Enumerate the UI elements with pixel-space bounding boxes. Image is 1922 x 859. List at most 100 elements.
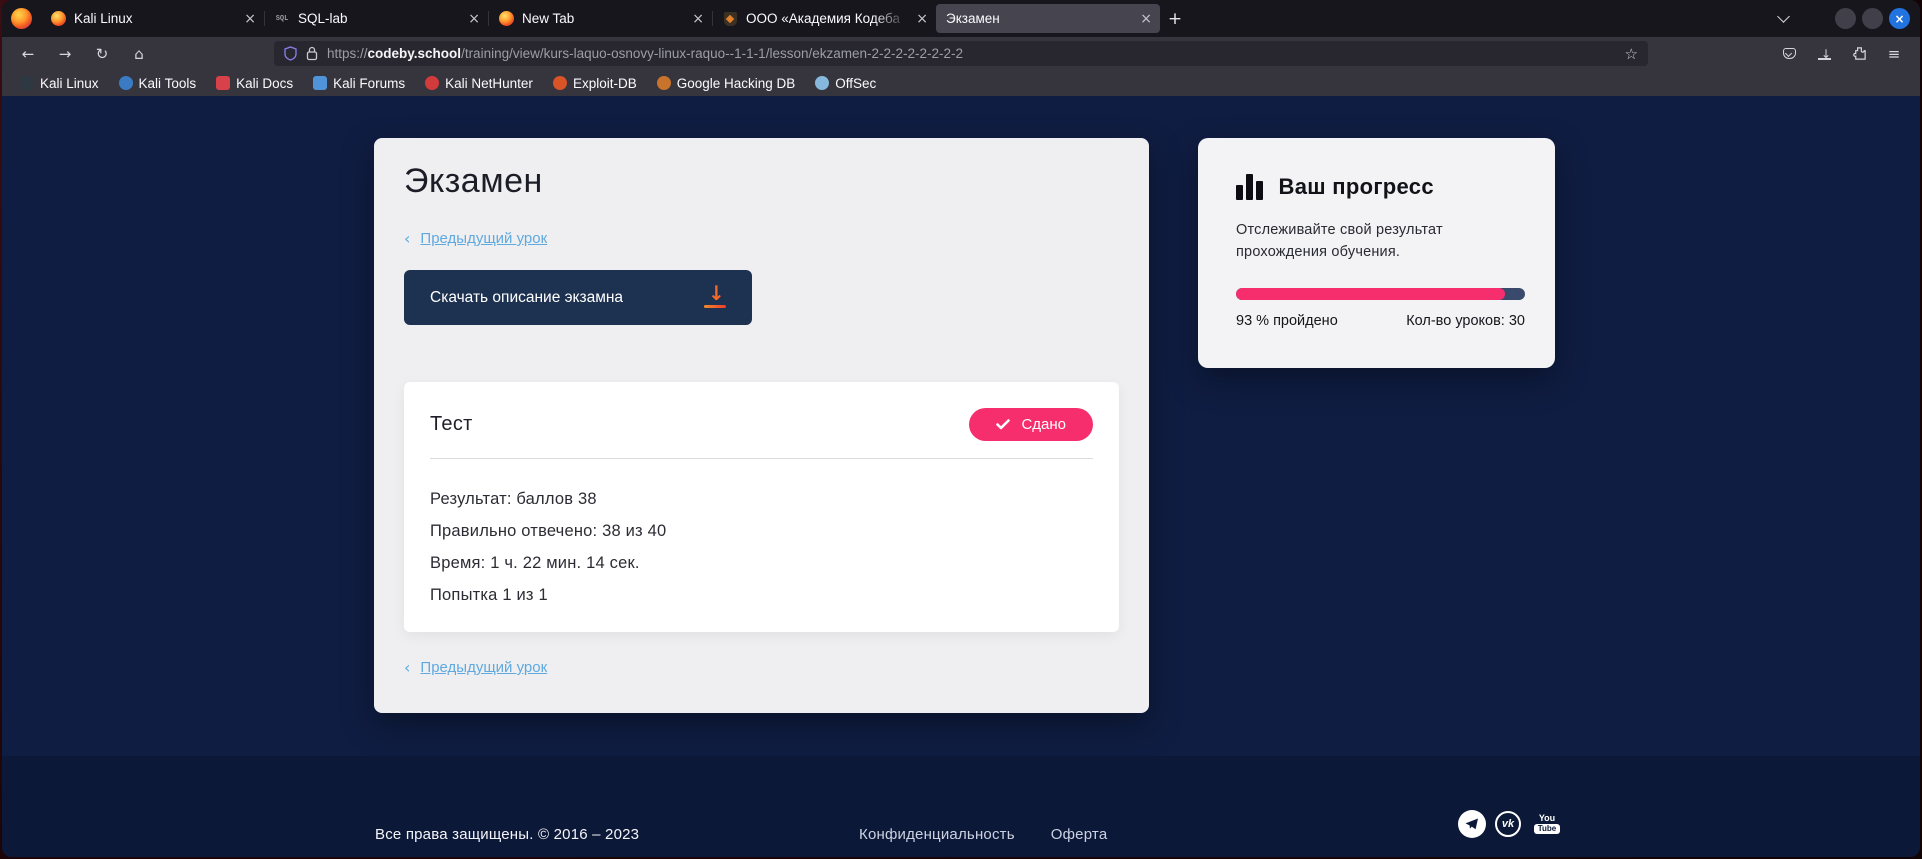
- bookmark-label: Kali NetHunter: [445, 76, 533, 91]
- menu-hamburger-icon[interactable]: ≡: [1880, 41, 1908, 67]
- back-button[interactable]: ←: [14, 41, 42, 67]
- passed-badge-label: Сдано: [1021, 416, 1066, 433]
- bookmark-kali-tools[interactable]: Kali Tools: [111, 74, 205, 93]
- chevron-left-icon: ‹: [404, 229, 410, 248]
- progress-title: Ваш прогресс: [1279, 174, 1434, 200]
- maximize-button[interactable]: [1862, 8, 1883, 29]
- passed-badge: Сдано: [969, 408, 1093, 441]
- minimize-button[interactable]: [1835, 8, 1856, 29]
- kali-linux-favicon: [20, 76, 34, 90]
- navigation-bar: ← → ↻ ⌂ https://codeby.school/training/v…: [2, 37, 1920, 70]
- bookmark-label: OffSec: [835, 76, 876, 91]
- page-title: Экзамен: [404, 162, 1119, 201]
- divider: [430, 458, 1093, 459]
- firefox-icon: [498, 11, 514, 27]
- progress-card: Ваш прогресс Отслеживайте свой результат…: [1198, 138, 1555, 368]
- tab-ekzamen-active[interactable]: Экзамен ×: [936, 4, 1160, 33]
- url-bar[interactable]: https://codeby.school/training/view/kurs…: [274, 41, 1648, 66]
- close-tab-icon[interactable]: ×: [468, 11, 480, 27]
- test-title: Тест: [430, 413, 473, 436]
- download-exam-description-button[interactable]: Скачать описание экзамна ↓: [404, 270, 752, 325]
- tab-kali-linux[interactable]: Kali Linux ×: [40, 4, 264, 33]
- bookmark-star-icon[interactable]: ☆: [1625, 45, 1638, 63]
- close-window-button[interactable]: ×: [1889, 8, 1910, 29]
- result-score-line: Результат: баллов 38: [430, 483, 1093, 515]
- copyright-text: Все права защищены. © 2016 – 2023: [375, 826, 639, 843]
- bar-chart-icon: [1236, 174, 1263, 200]
- tracking-protection-shield-icon[interactable]: [284, 46, 297, 61]
- bookmark-kali-forums[interactable]: Kali Forums: [305, 74, 413, 93]
- tab-bar: Kali Linux × SQL SQL-lab × New Tab × ООО…: [2, 0, 1920, 37]
- close-tab-icon[interactable]: ×: [916, 11, 928, 27]
- youtube-icon[interactable]: You Tube: [1530, 810, 1564, 838]
- download-icon: ↓: [704, 284, 726, 310]
- previous-lesson-link-bottom[interactable]: ‹ Предыдущий урок: [404, 658, 547, 677]
- list-all-tabs-button[interactable]: [1769, 5, 1797, 33]
- tab-title: ООО «Академия Кодеба: [746, 11, 910, 26]
- progress-bar-track: [1236, 288, 1525, 300]
- page-footer: Все права защищены. © 2016 – 2023 Конфид…: [2, 756, 1920, 857]
- bookmark-label: Kali Linux: [40, 76, 99, 91]
- check-icon: [996, 419, 1010, 430]
- tab-title: SQL-lab: [298, 11, 462, 26]
- bookmark-label: Exploit-DB: [573, 76, 637, 91]
- telegram-icon[interactable]: [1458, 810, 1486, 838]
- new-tab-button[interactable]: +: [1160, 4, 1190, 33]
- close-tab-icon[interactable]: ×: [692, 11, 704, 27]
- bookmark-label: Kali Forums: [333, 76, 405, 91]
- kali-docs-favicon: [216, 76, 230, 90]
- bookmark-google-hacking-db[interactable]: Google Hacking DB: [649, 74, 804, 93]
- bookmark-kali-nethunter[interactable]: Kali NetHunter: [417, 74, 541, 93]
- tab-title: Экзамен: [946, 11, 1134, 26]
- social-links: vk You Tube: [1458, 810, 1564, 838]
- offer-link[interactable]: Оферта: [1051, 826, 1108, 843]
- kali-tools-favicon: [119, 76, 133, 90]
- lessons-count-label: Кол-во уроков: 30: [1406, 313, 1525, 329]
- bookmark-kali-linux[interactable]: Kali Linux: [12, 74, 107, 93]
- progress-bar-fill: [1236, 288, 1505, 300]
- tab-title: Kali Linux: [74, 11, 238, 26]
- tab-sql-lab[interactable]: SQL SQL-lab ×: [264, 4, 488, 33]
- result-correct-line: Правильно отвечено: 38 из 40: [430, 515, 1093, 547]
- close-tab-icon[interactable]: ×: [1140, 11, 1152, 27]
- close-tab-icon[interactable]: ×: [244, 11, 256, 27]
- privacy-link[interactable]: Конфиденциальность: [859, 826, 1015, 843]
- sql-favicon: SQL: [274, 11, 290, 27]
- result-time-line: Время: 1 ч. 22 мин. 14 сек.: [430, 547, 1093, 579]
- tab-new-tab[interactable]: New Tab ×: [488, 4, 712, 33]
- reload-button[interactable]: ↻: [88, 41, 116, 67]
- google-hacking-db-favicon: [657, 76, 671, 90]
- nav-buttons: ← → ↻ ⌂: [14, 37, 153, 70]
- download-button-label: Скачать описание экзамна: [430, 289, 623, 307]
- footer-links: Конфиденциальность Оферта: [859, 826, 1107, 843]
- tab-akademiya-codeby[interactable]: ООО «Академия Кодеба ×: [712, 4, 936, 33]
- bookmark-label: Kali Docs: [236, 76, 293, 91]
- previous-lesson-label[interactable]: Предыдущий урок: [420, 659, 547, 676]
- kali-forums-favicon: [313, 76, 327, 90]
- vk-icon[interactable]: vk: [1495, 811, 1521, 837]
- bookmark-offsec[interactable]: OffSec: [807, 74, 884, 93]
- progress-description: Отслеживайте свой результат прохождения …: [1236, 219, 1486, 263]
- home-button[interactable]: ⌂: [125, 41, 153, 67]
- previous-lesson-link-top[interactable]: ‹ Предыдущий урок: [404, 229, 1119, 248]
- test-result-card: Тест Сдано Результат: баллов 38 Правильн…: [404, 382, 1119, 632]
- previous-lesson-label[interactable]: Предыдущий урок: [420, 230, 547, 247]
- extensions-puzzle-icon[interactable]: [1845, 41, 1873, 67]
- bookmark-label: Google Hacking DB: [677, 76, 796, 91]
- result-attempt-line: Попытка 1 из 1: [430, 579, 1093, 611]
- lock-icon[interactable]: [306, 46, 318, 61]
- tab-title: New Tab: [522, 11, 686, 26]
- downloads-icon[interactable]: ↓: [1810, 41, 1838, 67]
- bookmark-label: Kali Tools: [139, 76, 197, 91]
- bookmark-kali-docs[interactable]: Kali Docs: [208, 74, 301, 93]
- url-domain: codeby.school: [368, 46, 462, 61]
- chevron-down-icon: [1777, 10, 1790, 23]
- pocket-icon[interactable]: [1775, 41, 1803, 67]
- chevron-left-icon: ‹: [404, 658, 410, 677]
- bookmark-exploit-db[interactable]: Exploit-DB: [545, 74, 645, 93]
- url-text: https://codeby.school/training/view/kurs…: [327, 46, 1617, 61]
- browser-window: Kali Linux × SQL SQL-lab × New Tab × ООО…: [2, 0, 1920, 857]
- firefox-logo: [2, 8, 40, 29]
- kali-nethunter-favicon: [425, 76, 439, 90]
- forward-button[interactable]: →: [51, 41, 79, 67]
